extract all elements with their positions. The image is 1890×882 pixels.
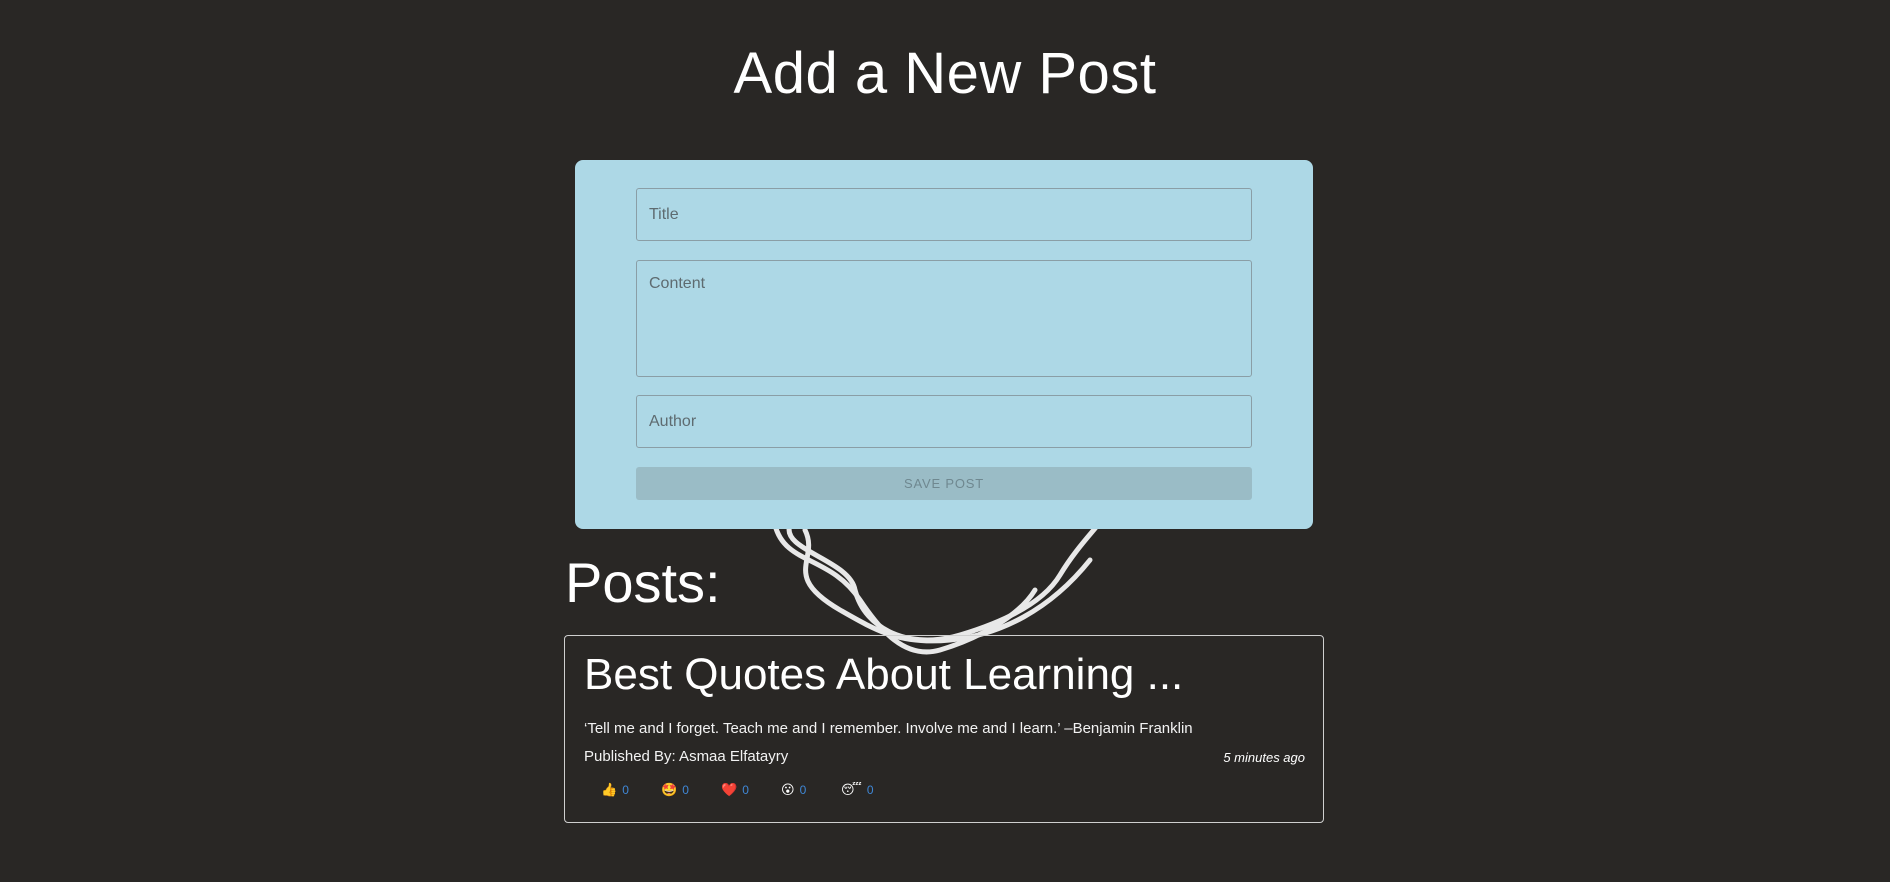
save-post-button[interactable]: SAVE POST [636,467,1252,500]
reaction-count: 0 [742,783,749,797]
reaction-count: 0 [799,783,807,797]
title-input[interactable] [636,188,1252,241]
reaction-thumbs-up-button[interactable]: 👍 0 [601,782,661,798]
reaction-count: 0 [866,783,874,797]
post-author: Published By: Asmaa Elfatayry [584,748,789,765]
page-title: Add a New Post [733,41,1157,106]
post-card: Best Quotes About Learning ... ‘Tell me … [564,635,1324,823]
reaction-count: 0 [622,783,629,797]
reaction-star-struck-button[interactable]: 🤩 0 [661,782,721,798]
content-textarea[interactable] [636,260,1252,377]
heart-icon: ❤️ [721,782,738,797]
thumbs-up-icon: 👍 [601,782,618,797]
star-struck-icon: 🤩 [661,782,678,797]
page: Add a New Post SAVE POST Posts: Best Quo… [0,0,1890,882]
posts-heading: Posts: [565,551,721,614]
post-content: ‘Tell me and I forget. Teach me and I re… [584,720,1193,737]
sad-face-icon: 😮 [781,782,795,797]
sleepy-face-icon: 😴 [841,782,862,797]
reaction-count: 0 [682,783,689,797]
post-title: Best Quotes About Learning ... [584,650,1184,699]
reaction-heart-button[interactable]: ❤️ 0 [721,782,781,798]
reaction-bar: 👍 0 🤩 0 ❤️ 0 😮 0 😴 0 [601,782,901,798]
author-input[interactable] [636,395,1252,448]
reaction-sad-face-button[interactable]: 😮 0 [781,782,841,798]
post-timestamp: 5 minutes ago [1223,750,1305,765]
reaction-sleepy-face-button[interactable]: 😴 0 [841,782,901,798]
new-post-form: SAVE POST [575,160,1313,529]
